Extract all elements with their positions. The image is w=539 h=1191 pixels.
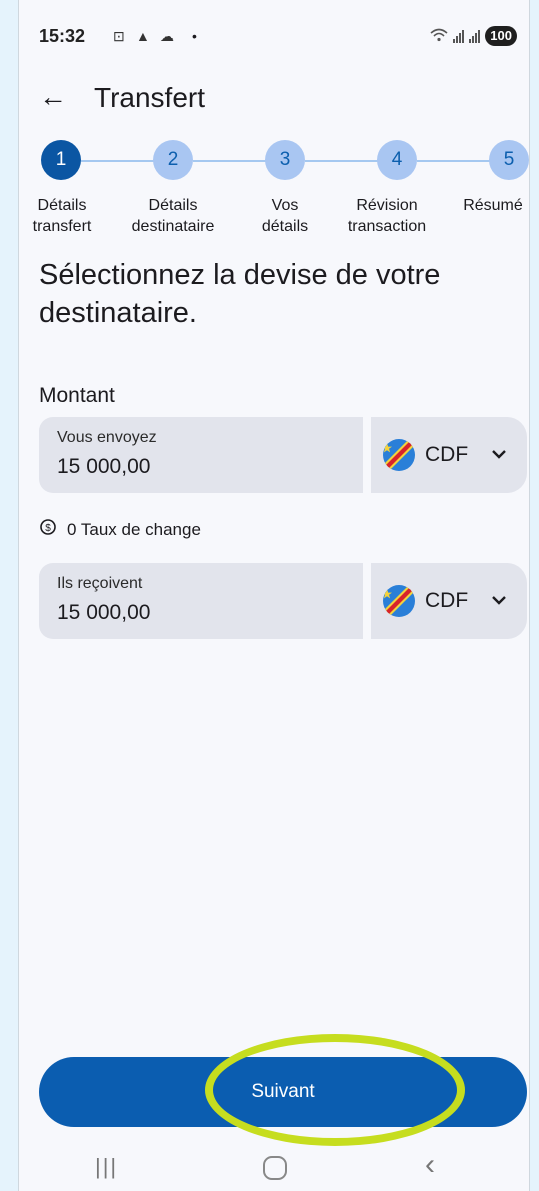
more-notifications-icon: • — [192, 28, 197, 44]
battery-badge: 100 — [485, 26, 517, 46]
step-4-indicator: 4 — [377, 140, 417, 180]
step-1-label: Détails transfert — [21, 195, 103, 237]
step-3-label-line2: détails — [261, 218, 309, 235]
receive-amount-value[interactable]: 15 000,00 — [57, 601, 150, 625]
step-1-label-line2: transfert — [32, 218, 92, 235]
step-1-indicator: 1 — [41, 140, 81, 180]
status-time: 15:32 — [39, 26, 86, 46]
step-2-label-line1: Détails — [148, 197, 198, 214]
step-3-label-line1: Vos — [271, 197, 299, 214]
cloud-icon: ☁ — [160, 28, 174, 44]
step-2-indicator: 2 — [153, 140, 193, 180]
send-amount-value[interactable]: 15 000,00 — [57, 455, 150, 479]
drc-flag-icon — [383, 585, 415, 617]
send-currency-code: CDF — [425, 443, 469, 466]
send-amount-field[interactable]: Vous envoyez 15 000,00 — [39, 417, 363, 493]
receive-amount-field[interactable]: Ils reçoivent 15 000,00 — [39, 563, 363, 639]
step-1-label-line1: Détails — [37, 197, 87, 214]
currency-exchange-icon: $ — [39, 518, 57, 541]
step-5-indicator: 5 — [489, 140, 529, 180]
step-4-label: Révision transaction — [337, 195, 437, 237]
step-3-indicator: 3 — [265, 140, 305, 180]
exchange-rate-text: 0 Taux de change — [67, 519, 201, 539]
exchange-rate-row: $ 0 Taux de change — [39, 518, 201, 541]
signal-icon — [453, 29, 465, 43]
section-heading: Sélectionnez la devise de votre destinat… — [39, 259, 441, 329]
wifi-icon — [430, 28, 448, 45]
step-5-label: Résumé — [457, 195, 529, 216]
step-2-label: Détails destinataire — [115, 195, 231, 237]
send-currency-select[interactable]: CDF — [371, 417, 527, 493]
nav-back-icon[interactable]: ‹ — [425, 1148, 435, 1182]
signal-icon-2 — [469, 29, 481, 43]
drc-flag-icon — [383, 439, 415, 471]
step-4-label-line1: Révision — [356, 197, 418, 214]
receive-currency-select[interactable]: CDF — [371, 563, 527, 639]
status-bar: 15:32 ⊡ ▲ ☁ • 100 — [39, 24, 517, 54]
receive-currency-code: CDF — [425, 589, 469, 612]
svg-text:$: $ — [45, 523, 51, 534]
amount-section-label: Montant — [39, 384, 115, 407]
step-5-label-line1: Résumé — [463, 197, 523, 214]
chevron-down-icon — [491, 446, 507, 464]
recent-apps-icon[interactable]: ||| — [95, 1154, 118, 1180]
step-2-label-line2: destinataire — [131, 218, 215, 235]
back-arrow-icon[interactable]: ← — [39, 79, 67, 115]
stepper: 1 2 3 4 5 Détails transfert Détails dest… — [19, 140, 529, 240]
status-right: 100 — [430, 26, 517, 46]
android-nav-bar: ||| ‹ — [19, 1148, 529, 1191]
chevron-down-icon — [491, 592, 507, 610]
page-title: Transfert — [94, 82, 205, 113]
phone-screen: 15:32 ⊡ ▲ ☁ • 100 ← Transfert 1 2 3 4 5 … — [18, 0, 530, 1191]
step-4-label-line2: transaction — [347, 218, 427, 235]
screenshot-icon: ⊡ — [113, 28, 125, 44]
next-button[interactable]: Suivant — [39, 1057, 527, 1127]
home-icon[interactable] — [263, 1156, 287, 1180]
step-3-label: Vos détails — [247, 195, 323, 237]
receive-amount-label: Ils reçoivent — [57, 575, 143, 592]
send-amount-label: Vous envoyez — [57, 429, 157, 446]
warning-icon: ▲ — [136, 28, 150, 44]
